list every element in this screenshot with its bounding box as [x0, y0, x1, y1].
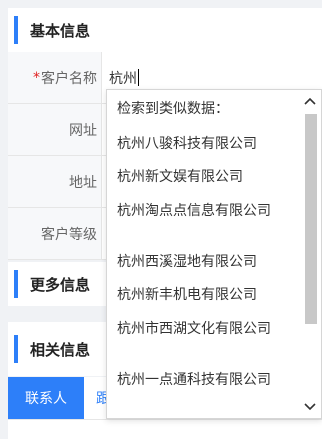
section-accent-bar	[14, 335, 18, 363]
dropdown-option[interactable]: 杭州淘点点信息有限公司	[117, 200, 297, 222]
customer-name-value: 杭州	[109, 70, 137, 87]
scrollbar-thumb[interactable]	[305, 114, 317, 324]
dropdown-option[interactable]: 杭州八骏科技有限公司	[117, 133, 297, 155]
section-header-basic: 基本信息	[8, 8, 322, 52]
customer-name-label: * 客户名称	[8, 52, 102, 103]
section-title-related: 相关信息	[30, 340, 91, 359]
text-caret	[138, 69, 139, 86]
scroll-up-icon[interactable]	[303, 94, 317, 108]
customer-name-label-text: 客户名称	[41, 70, 97, 87]
section-title-basic: 基本信息	[30, 21, 91, 40]
address-label: 地址	[8, 156, 102, 207]
section-accent-bar	[14, 270, 18, 298]
tab-content-area	[8, 419, 322, 439]
section-accent-bar	[14, 16, 18, 44]
dropdown-option[interactable]: 杭州一点通科技有限公司	[117, 369, 297, 391]
dropdown-option[interactable]: 杭州西溪湿地有限公司	[117, 251, 297, 273]
website-label: 网址	[8, 104, 102, 155]
level-label: 客户等级	[8, 208, 102, 259]
dropdown-option[interactable]: 杭州新文娱有限公司	[117, 166, 297, 188]
dropdown-option[interactable]: 杭州新丰机电有限公司	[117, 284, 297, 306]
scroll-down-icon[interactable]	[303, 400, 317, 414]
section-title-more: 更多信息	[30, 275, 91, 294]
dropdown-option[interactable]: 杭州市西湖文化有限公司	[117, 318, 297, 340]
required-mark: *	[33, 69, 40, 86]
autocomplete-dropdown: 检索到类似数据： 杭州八骏科技有限公司 杭州新文娱有限公司 杭州淘点点信息有限公…	[106, 89, 322, 419]
dropdown-header: 检索到类似数据：	[117, 101, 229, 117]
tab-contacts[interactable]: 联系人	[8, 377, 84, 419]
